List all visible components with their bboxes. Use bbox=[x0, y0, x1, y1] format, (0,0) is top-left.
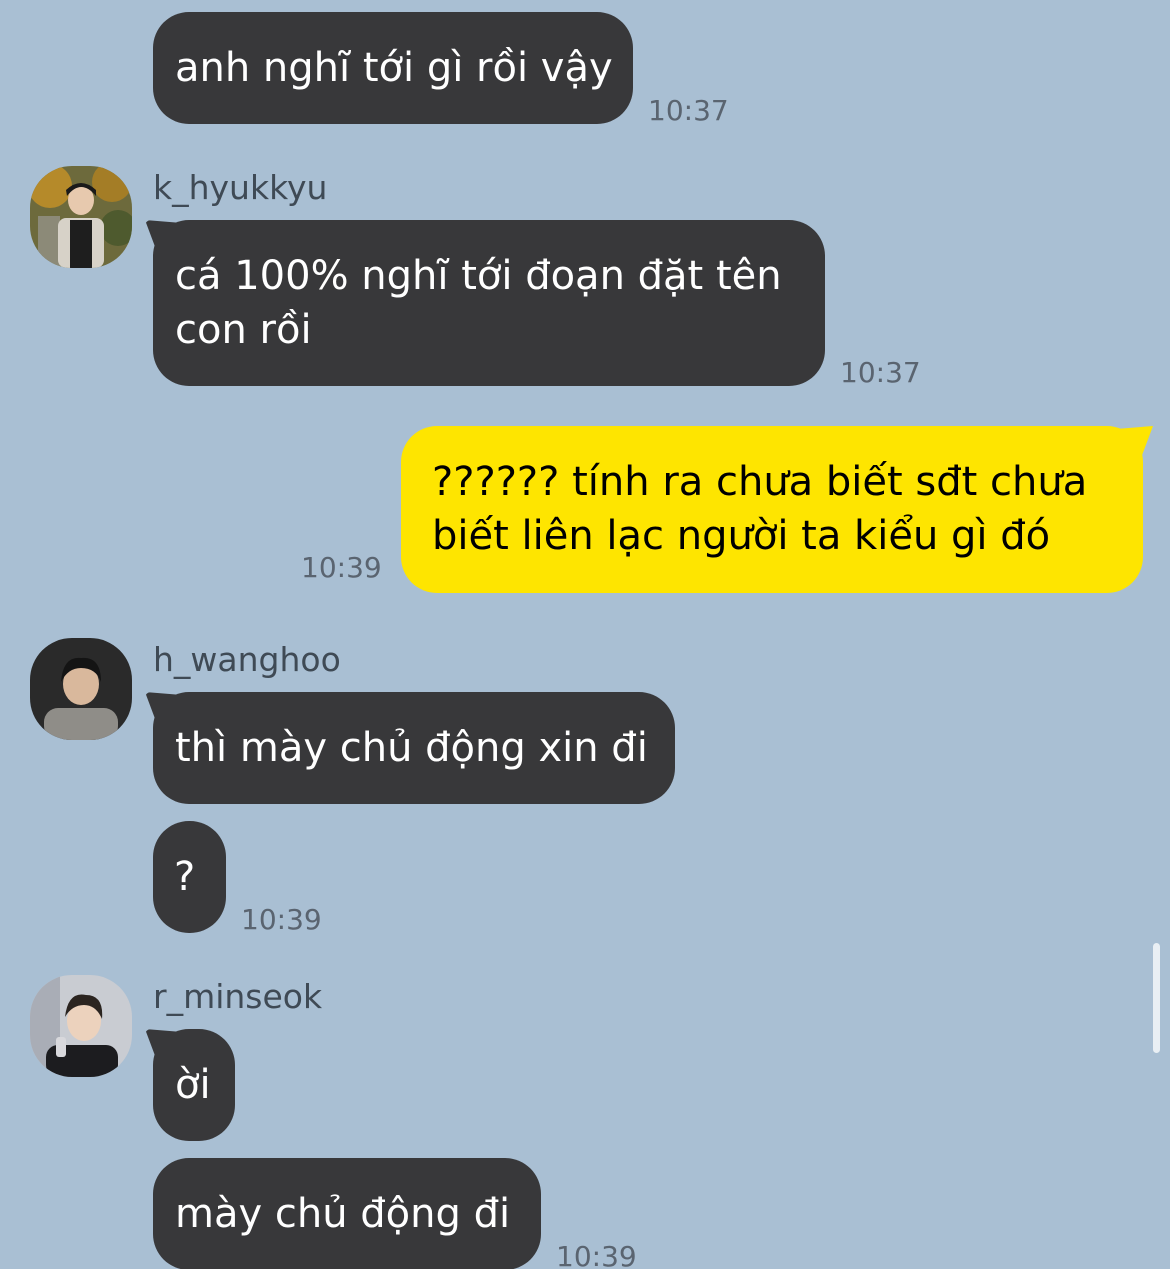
sender-name: r_minseok bbox=[153, 977, 323, 1016]
message-bubble[interactable]: cá 100% nghĩ tới đoạn đặt tên con rồi bbox=[153, 220, 825, 386]
avatar-photo-icon bbox=[30, 166, 132, 268]
message-time: 10:37 bbox=[648, 94, 729, 127]
avatar-photo-icon bbox=[30, 975, 132, 1077]
message-text: ời bbox=[175, 1062, 211, 1108]
chat-area: anh nghĩ tới gì rồi vậy 10:37 k_hyukkyu … bbox=[0, 0, 1170, 1269]
sender-name: h_wanghoo bbox=[153, 640, 341, 679]
message-bubble[interactable]: thì mày chủ động xin đi bbox=[153, 692, 675, 804]
message-text: mày chủ động đi bbox=[175, 1191, 511, 1237]
scrollbar[interactable] bbox=[1153, 943, 1160, 1053]
message-text: anh nghĩ tới gì rồi vậy bbox=[175, 45, 613, 91]
message-text-line: cá 100% nghĩ tới đoạn đặt tên bbox=[175, 253, 782, 299]
message-bubble[interactable]: ? bbox=[153, 821, 226, 933]
message-bubble[interactable]: anh nghĩ tới gì rồi vậy bbox=[153, 12, 633, 124]
avatar-r-minseok[interactable] bbox=[30, 975, 132, 1077]
avatar-h-wanghoo[interactable] bbox=[30, 638, 132, 740]
message-bubble[interactable]: ời bbox=[153, 1029, 235, 1141]
message-text-line: ?????? tính ra chưa biết sđt chưa bbox=[432, 459, 1088, 505]
message-text-line: con rồi bbox=[175, 307, 312, 353]
message-time: 10:39 bbox=[556, 1240, 637, 1269]
message-text-line: biết liên lạc người ta kiểu gì đó bbox=[432, 513, 1051, 559]
message-text: ? bbox=[174, 854, 196, 900]
message-text: thì mày chủ động xin đi bbox=[175, 725, 648, 771]
avatar-k-hyukkyu[interactable] bbox=[30, 166, 132, 268]
message-bubble[interactable]: mày chủ động đi bbox=[153, 1158, 541, 1269]
message-time: 10:39 bbox=[241, 903, 322, 936]
message-time: 10:39 bbox=[301, 551, 382, 584]
avatar-photo-icon bbox=[30, 638, 132, 740]
outgoing-message-bubble[interactable]: ?????? tính ra chưa biết sđt chưa biết l… bbox=[401, 426, 1143, 593]
message-time: 10:37 bbox=[840, 356, 921, 389]
sender-name: k_hyukkyu bbox=[153, 168, 328, 207]
